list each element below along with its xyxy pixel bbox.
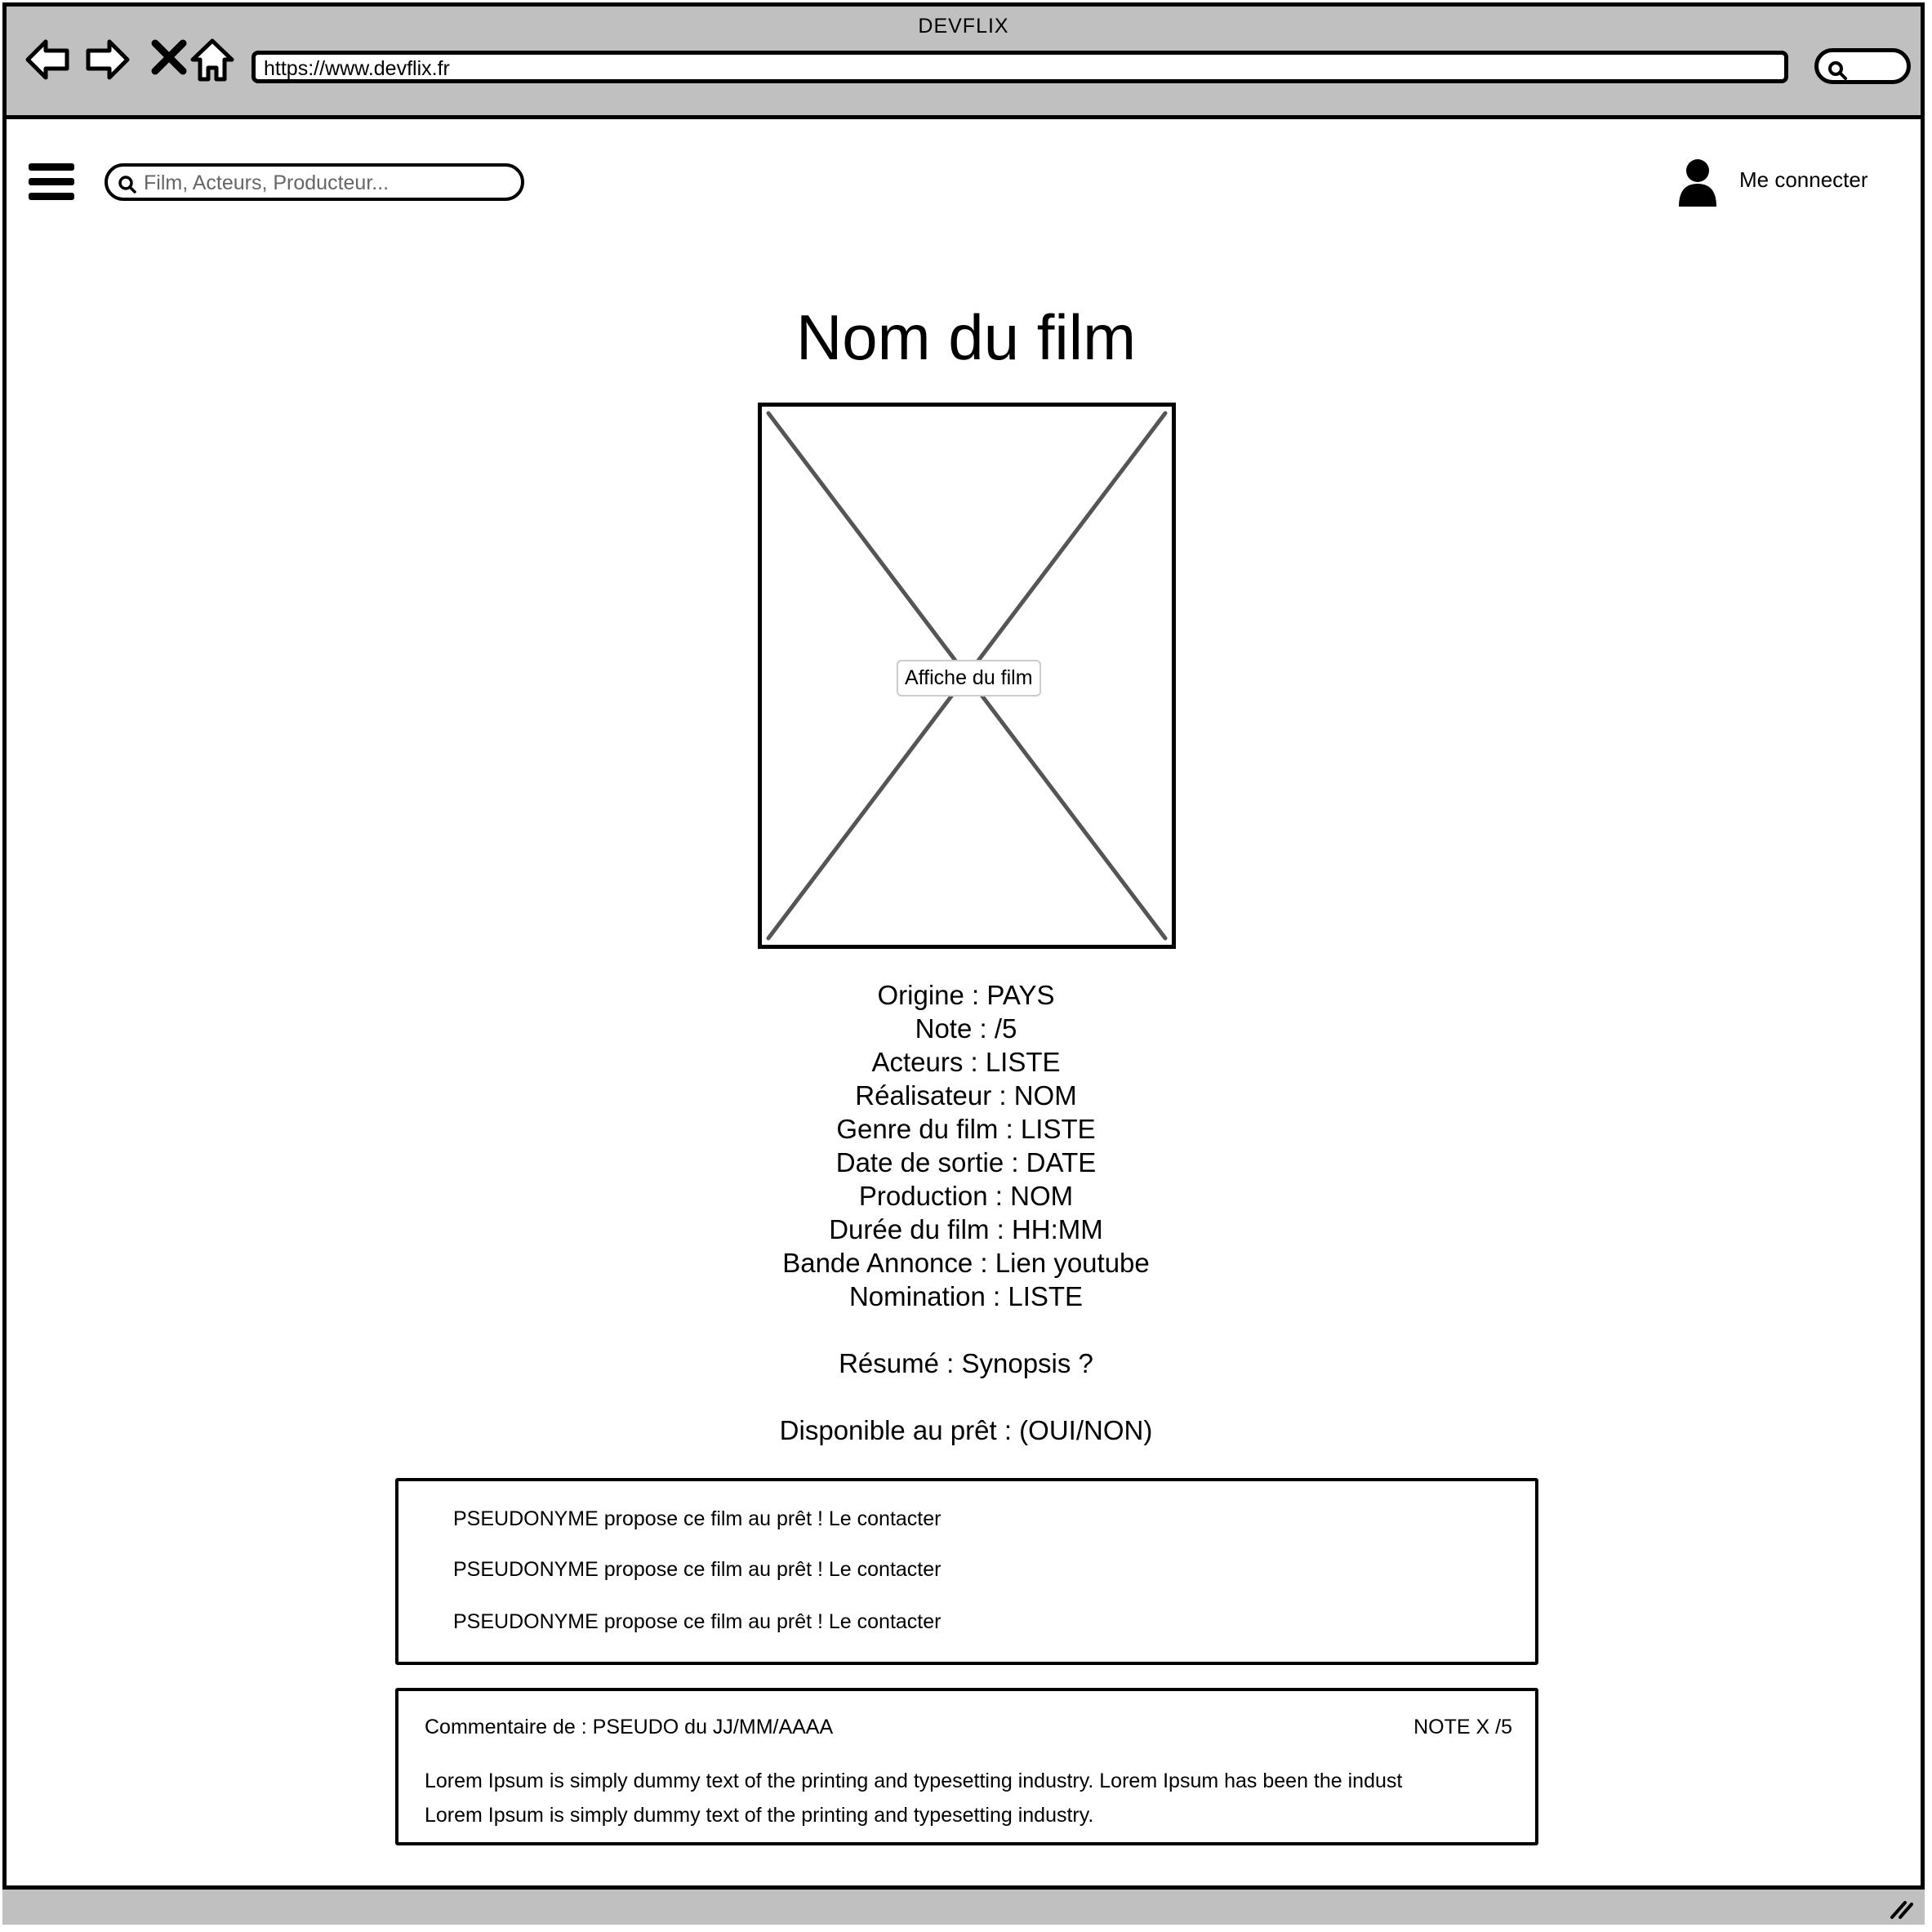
info-disponible: Disponible au prêt : (OUI/NON): [779, 1415, 1153, 1445]
browser-search-button[interactable]: [1814, 48, 1911, 84]
loan-offers-list: PSEUDONYME propose ce film au prêt ! Le …: [395, 1478, 1538, 1665]
info-resume: Résumé : Synopsis ?: [839, 1348, 1093, 1378]
loan-offer-item[interactable]: PSEUDONYME propose ce film au prêt ! Le …: [453, 1558, 941, 1582]
menu-icon[interactable]: [29, 163, 74, 201]
close-icon[interactable]: [147, 37, 193, 82]
movie-info: Origine : PAYS Note : /5 Acteurs : LISTE…: [0, 978, 1932, 1447]
comment-rating: NOTE X /5: [1413, 1716, 1512, 1738]
comment-line: Lorem Ipsum is simply dummy text of the …: [425, 1770, 1403, 1792]
resize-handle-icon[interactable]: [1889, 1898, 1913, 1919]
info-realisateur: Réalisateur : NOM: [855, 1080, 1077, 1111]
window-title: DEVFLIX: [918, 15, 1009, 38]
info-origine: Origine : PAYS: [877, 980, 1055, 1010]
info-note: Note : /5: [915, 1013, 1017, 1044]
info-duree: Durée du film : HH:MM: [829, 1214, 1103, 1244]
address-bar[interactable]: https://www.devflix.fr: [252, 51, 1788, 83]
info-genre: Genre du film : LISTE: [836, 1114, 1096, 1144]
page-title: Nom du film: [795, 301, 1137, 373]
info-nomination: Nomination : LISTE: [848, 1281, 1084, 1311]
loan-offer-item[interactable]: PSEUDONYME propose ce film au prêt ! Le …: [453, 1507, 941, 1531]
forward-arrow-icon[interactable]: [85, 37, 131, 82]
search-icon: [1828, 61, 1847, 80]
search-icon: [118, 176, 136, 194]
comment-body: Lorem Ipsum is simply dummy text of the …: [425, 1764, 1519, 1832]
poster-label: Affiche du film: [897, 660, 1041, 697]
comment-card: Commentaire de : PSEUDO du JJ/MM/AAAA NO…: [395, 1688, 1538, 1845]
browser-status-bar: [2, 1885, 1925, 1925]
home-icon[interactable]: [189, 37, 235, 82]
user-icon[interactable]: [1677, 158, 1718, 208]
back-arrow-icon[interactable]: [24, 37, 70, 82]
comment-header: Commentaire de : PSEUDO du JJ/MM/AAAA: [425, 1716, 834, 1738]
loan-offer-item[interactable]: PSEUDONYME propose ce film au prêt ! Le …: [453, 1610, 941, 1634]
login-link[interactable]: Me connecter: [1739, 167, 1868, 193]
movie-poster-placeholder: Affiche du film: [758, 403, 1176, 949]
search-input[interactable]: [142, 170, 505, 196]
info-bande-annonce[interactable]: Bande Annonce : Lien youtube: [0, 1246, 1932, 1280]
comment-line: Lorem Ipsum is simply dummy text of the …: [425, 1804, 1094, 1827]
info-acteurs: Acteurs : LISTE: [871, 1047, 1061, 1077]
search-field[interactable]: [105, 163, 524, 201]
info-production: Production : NOM: [858, 1181, 1074, 1211]
info-date-sortie: Date de sortie : DATE: [835, 1147, 1097, 1177]
